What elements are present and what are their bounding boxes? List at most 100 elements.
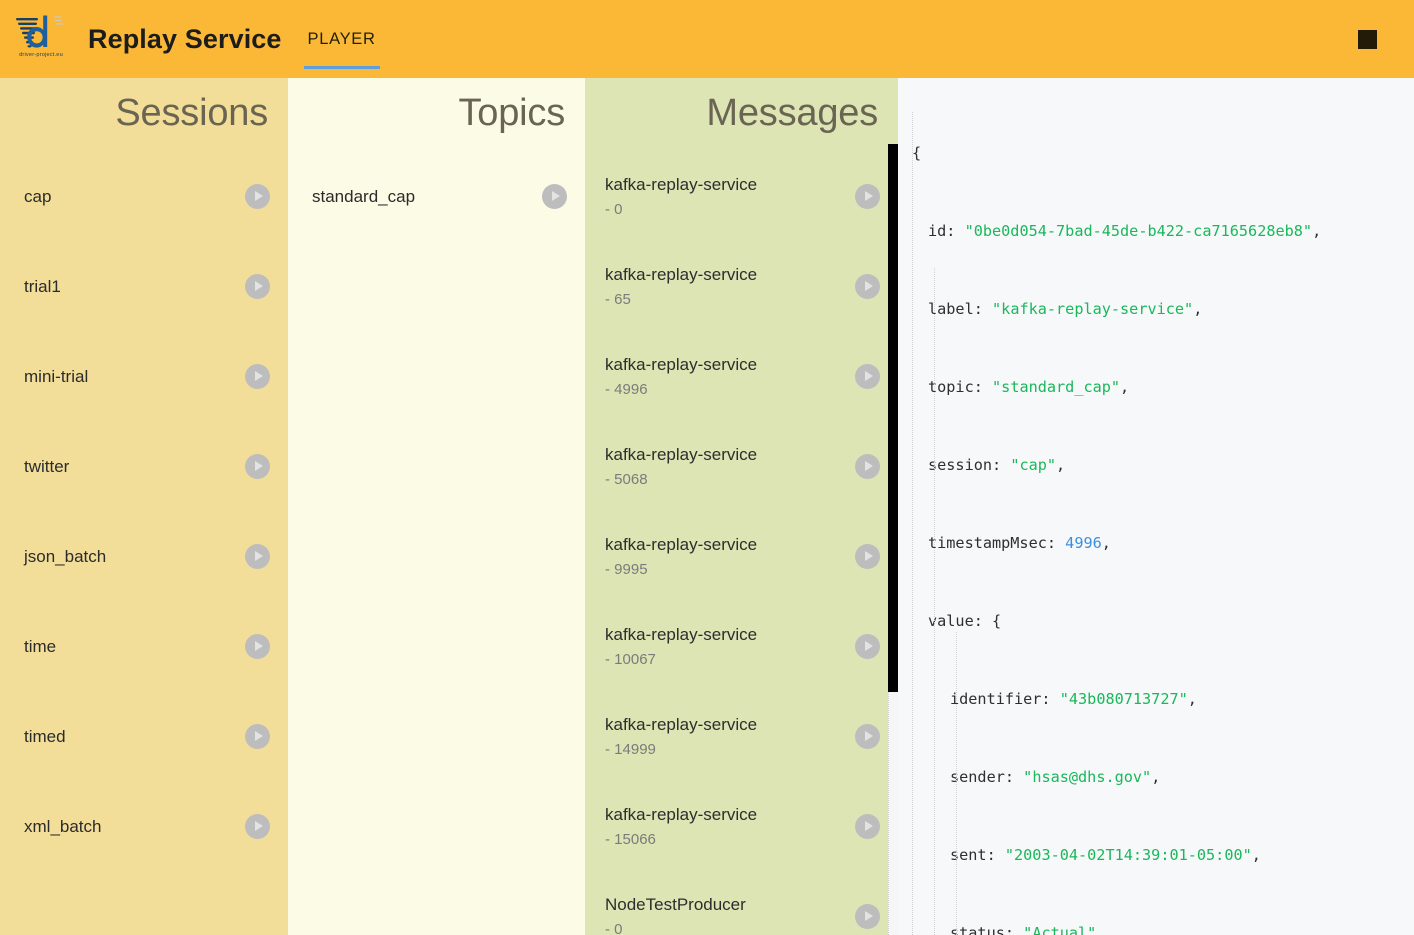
message-title: kafka-replay-service <box>605 175 758 195</box>
topics-panel: Topics standard_cap <box>288 78 585 935</box>
sidebar-item-session[interactable]: json_batch <box>0 512 288 602</box>
json-comma: , <box>1101 534 1111 552</box>
json-comma: , <box>1193 300 1203 318</box>
sidebar-item-session[interactable]: twitter <box>0 422 288 512</box>
list-item-message[interactable]: kafka-replay-service - 15066 <box>585 782 898 872</box>
message-offset: - 15066 <box>605 831 656 849</box>
list-item-message[interactable]: kafka-replay-service - 0 <box>585 152 898 242</box>
message-offset: - 0 <box>605 921 623 935</box>
play-icon[interactable] <box>855 544 880 570</box>
sidebar-item-session[interactable]: timed <box>0 692 288 782</box>
message-title: NodeTestProducer <box>605 895 746 915</box>
message-title: kafka-replay-service <box>605 355 758 375</box>
play-icon[interactable] <box>855 724 880 750</box>
sidebar-item-session[interactable]: cap <box>0 152 288 242</box>
play-icon[interactable] <box>245 814 270 840</box>
sessions-list: cap trial1 mini-trial twitter json_batch <box>0 152 288 872</box>
message-offset: - 4996 <box>605 381 648 399</box>
json-open-brace: { <box>912 144 922 162</box>
play-icon[interactable] <box>855 184 880 210</box>
play-icon[interactable] <box>245 454 270 480</box>
play-icon[interactable] <box>855 364 880 390</box>
play-icon[interactable] <box>855 454 880 480</box>
play-icon[interactable] <box>855 814 880 840</box>
json-viewer: { id: "0be0d054-7bad-45de-b422-ca7165628… <box>912 88 1414 935</box>
app-header: driver-project.eu Replay Service PLAYER <box>0 0 1414 78</box>
messages-scrollbar[interactable] <box>888 144 898 935</box>
message-offset: - 5068 <box>605 471 648 489</box>
main-columns: Sessions cap trial1 mini-trial twitter j… <box>0 78 1414 935</box>
json-comma: , <box>1056 456 1066 474</box>
list-item-message[interactable]: kafka-replay-service - 14999 <box>585 692 898 782</box>
play-icon[interactable] <box>245 274 270 300</box>
messages-panel: Messages kafka-replay-service - 0 kafka-… <box>585 78 898 935</box>
list-item-message[interactable]: kafka-replay-service - 4996 <box>585 332 898 422</box>
session-label: time <box>24 636 57 656</box>
json-key-value: value: <box>928 612 983 630</box>
play-icon[interactable] <box>245 184 270 210</box>
message-text: kafka-replay-service - 65 <box>605 266 855 307</box>
play-icon[interactable] <box>855 634 880 660</box>
session-label: cap <box>24 186 52 206</box>
tornado-d-logo-icon <box>16 15 63 48</box>
message-offset: - 65 <box>605 291 631 309</box>
json-value-status: "Actual" <box>1023 924 1097 935</box>
json-key-sender: sender: <box>950 768 1015 786</box>
list-item-message[interactable]: kafka-replay-service - 5068 <box>585 422 898 512</box>
json-key-timestampmsec: timestampMsec: <box>928 534 1057 552</box>
json-indent-guide <box>934 268 935 935</box>
play-icon[interactable] <box>245 364 270 390</box>
message-text: kafka-replay-service - 14999 <box>605 716 855 757</box>
messages-scrollbar-thumb[interactable] <box>888 144 898 692</box>
session-label: twitter <box>24 456 70 476</box>
list-item-topic[interactable]: standard_cap <box>288 152 585 242</box>
message-text: kafka-replay-service - 9995 <box>605 536 855 577</box>
json-value-id: "0be0d054-7bad-45de-b422-ca7165628eb8" <box>964 222 1313 240</box>
sidebar-item-session[interactable]: xml_batch <box>0 782 288 872</box>
session-label: xml_batch <box>24 816 102 836</box>
message-text: kafka-replay-service - 10067 <box>605 626 855 667</box>
message-title: kafka-replay-service <box>605 265 758 285</box>
message-text: kafka-replay-service - 0 <box>605 176 855 217</box>
messages-heading: Messages <box>706 92 878 134</box>
page-title: Replay Service <box>88 23 282 54</box>
play-icon[interactable] <box>542 184 567 210</box>
json-open-brace: { <box>992 612 1002 630</box>
json-value-topic: "standard_cap" <box>992 378 1121 396</box>
topics-heading: Topics <box>458 92 565 134</box>
message-title: kafka-replay-service <box>605 625 758 645</box>
message-title: kafka-replay-service <box>605 715 758 735</box>
tab-player[interactable]: PLAYER <box>303 0 380 78</box>
play-icon[interactable] <box>245 544 270 570</box>
play-icon[interactable] <box>245 724 270 750</box>
json-comma: , <box>1187 690 1197 708</box>
play-icon[interactable] <box>855 274 880 300</box>
json-comma: , <box>1312 222 1322 240</box>
list-item-message[interactable]: kafka-replay-service - 65 <box>585 242 898 332</box>
sidebar-item-session[interactable]: trial1 <box>0 242 288 332</box>
messages-scrollbar-track[interactable] <box>888 692 898 935</box>
play-icon[interactable] <box>855 904 880 930</box>
json-key-identifier: identifier: <box>950 690 1051 708</box>
message-text: kafka-replay-service - 4996 <box>605 356 855 397</box>
list-item-message[interactable]: kafka-replay-service - 9995 <box>585 512 898 602</box>
message-offset: - 10067 <box>605 651 656 669</box>
json-value-sender: "hsas@dhs.gov" <box>1023 768 1152 786</box>
session-label: mini-trial <box>24 366 89 386</box>
message-title: kafka-replay-service <box>605 445 758 465</box>
sidebar-item-session[interactable]: time <box>0 602 288 692</box>
json-key-status: status: <box>950 924 1015 935</box>
replay-service-app: driver-project.eu Replay Service PLAYER … <box>0 0 1414 935</box>
json-indent-guide <box>912 112 913 935</box>
tab-player-label: PLAYER <box>307 29 376 48</box>
list-item-message[interactable]: kafka-replay-service - 10067 <box>585 602 898 692</box>
list-item-message[interactable]: NodeTestProducer - 0 <box>585 872 898 935</box>
json-value-session: "cap" <box>1010 456 1057 474</box>
topics-list: standard_cap <box>288 152 585 242</box>
json-comma: , <box>1151 768 1161 786</box>
stop-button[interactable] <box>1358 29 1377 49</box>
message-text: kafka-replay-service - 15066 <box>605 806 855 847</box>
json-key-topic: topic: <box>928 378 983 396</box>
sidebar-item-session[interactable]: mini-trial <box>0 332 288 422</box>
play-icon[interactable] <box>245 634 270 660</box>
